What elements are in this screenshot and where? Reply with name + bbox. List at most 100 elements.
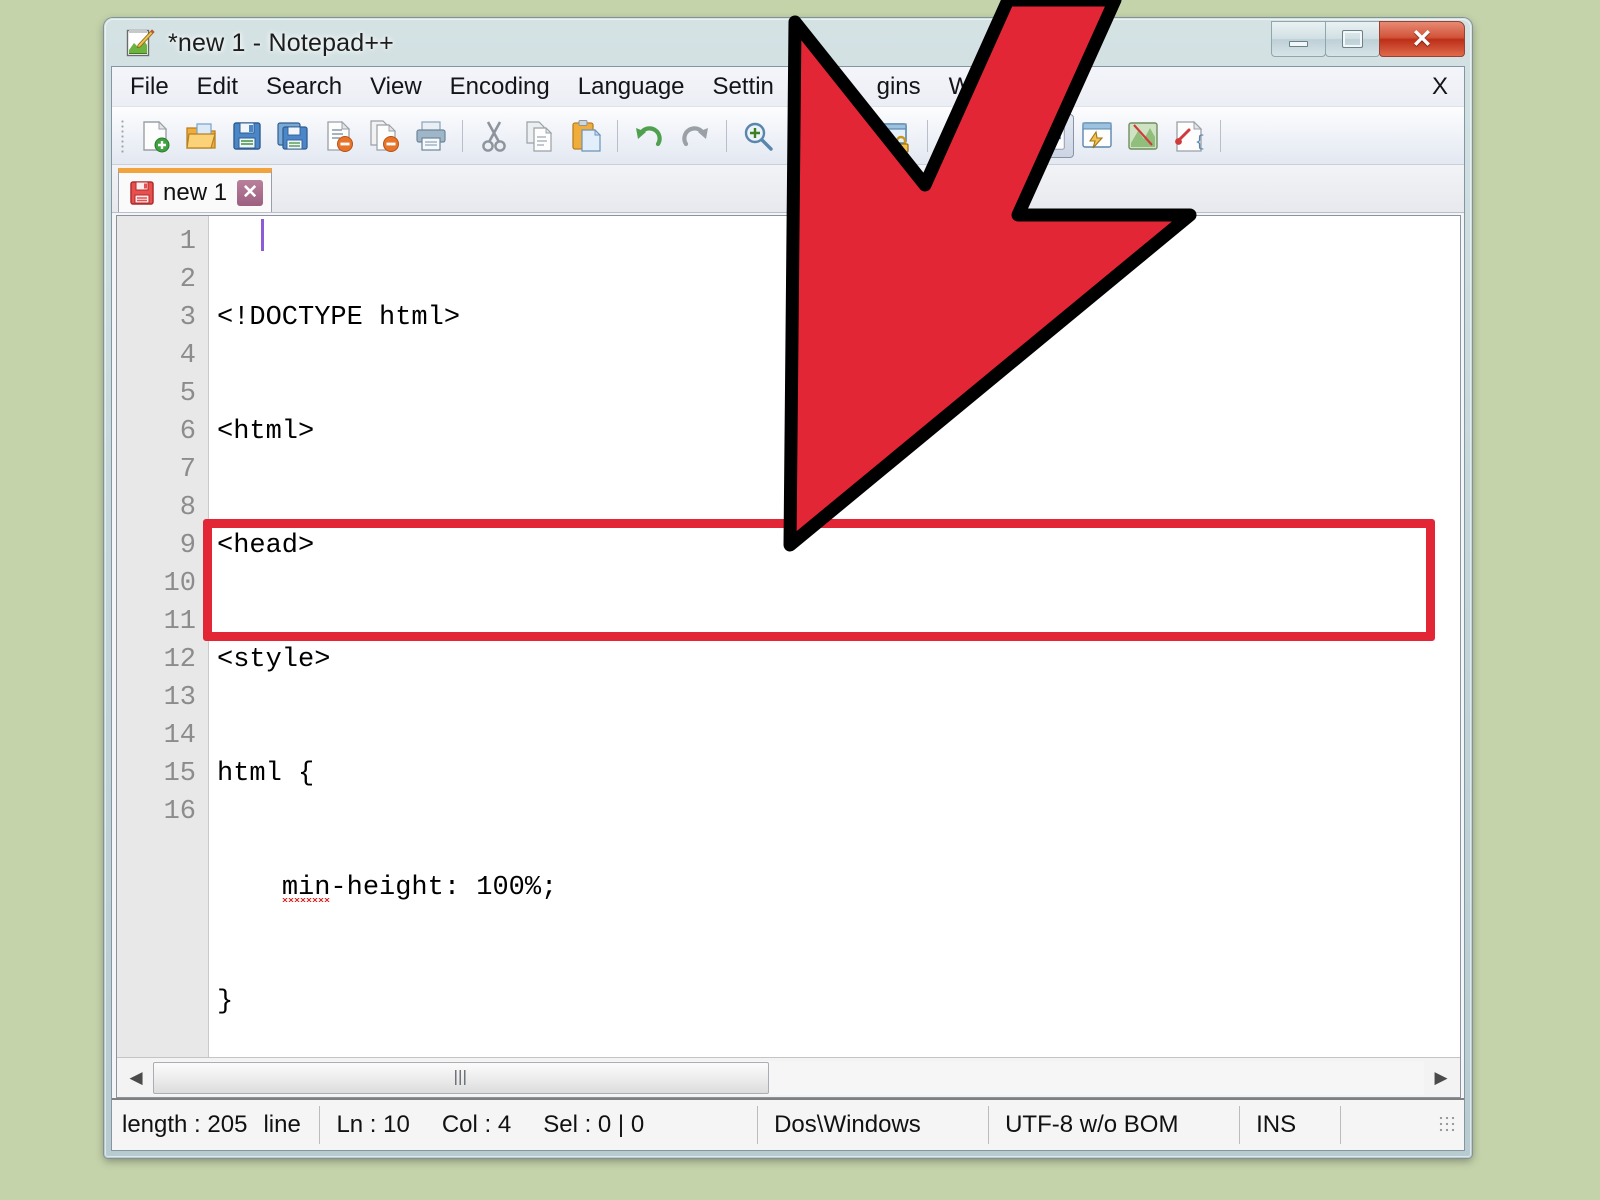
line-number: 14 [117, 717, 208, 755]
line-number: 13 [117, 679, 208, 717]
close-document-button[interactable]: X [1432, 73, 1448, 101]
line-number: 5 [117, 375, 208, 413]
line-number: 2 [117, 261, 208, 299]
toolbar-separator [1220, 120, 1221, 152]
status-length: length : 205 [112, 1100, 263, 1150]
scroll-left-arrow-icon[interactable]: ◀ [119, 1061, 153, 1095]
svg-text:¶: ¶ [998, 120, 1012, 153]
open-file-icon[interactable] [178, 114, 224, 158]
status-bar: length : 205 line Ln : 10 Col : 4 Sel : … [112, 1098, 1464, 1150]
maximize-button[interactable] [1325, 21, 1380, 57]
read-only-lock-icon[interactable] [873, 114, 919, 158]
code-line: } [217, 983, 1460, 1021]
cut-icon[interactable] [471, 114, 517, 158]
tab-new-1[interactable]: new 1 ✕ [118, 168, 272, 212]
line-number: 7 [117, 451, 208, 489]
line-number: 16 [117, 793, 208, 831]
code-text[interactable]: <!DOCTYPE html> <html> <head> <style> ht… [209, 216, 1460, 1057]
menu-item-search[interactable]: Search [266, 73, 342, 101]
sync-scroll-icon[interactable] [827, 114, 873, 158]
close-all-icon[interactable] [362, 114, 408, 158]
menu-item-file[interactable]: File [130, 73, 169, 101]
toolbar-separator [726, 120, 727, 152]
toolbar-grip[interactable] [120, 119, 125, 153]
notepad-plus-plus-window: *new 1 - Notepad++ ✕ File Edit Search [104, 18, 1472, 1158]
line-number: 4 [117, 337, 208, 375]
copy-icon[interactable] [517, 114, 563, 158]
toolbar: ¶ [112, 107, 1464, 165]
code-line: html { [217, 755, 1460, 793]
undo-icon[interactable] [626, 114, 672, 158]
minimize-icon [1289, 41, 1308, 47]
title-bar[interactable]: *new 1 - Notepad++ ✕ [111, 20, 1465, 66]
window-title: *new 1 - Notepad++ [168, 29, 394, 58]
line-number: 8 [117, 489, 208, 527]
tab-bar: new 1 ✕ [112, 165, 1464, 213]
editor-pane: 1 2 3 4 5 6 7 8 9 10 11 12 13 14 [116, 215, 1461, 1098]
scrollbar-track[interactable] [153, 1061, 1424, 1095]
caption-buttons: ✕ [1272, 21, 1465, 57]
close-icon: ✕ [1412, 27, 1433, 52]
minimize-button[interactable] [1271, 21, 1326, 57]
menu-item-macro[interactable]: acro [802, 73, 849, 101]
indent-guide-icon[interactable] [1028, 114, 1074, 158]
desktop-background: *new 1 - Notepad++ ✕ File Edit Search [0, 0, 1600, 1200]
scrollbar-thumb-grip [455, 1070, 468, 1085]
text-caret [261, 219, 264, 251]
unsaved-floppy-icon [129, 180, 155, 206]
status-eol[interactable]: Dos\Windows [758, 1100, 988, 1150]
function-list-icon[interactable]: { } [1166, 114, 1212, 158]
menu-item-plugins[interactable]: gins [877, 73, 921, 101]
user-defined-dialog-icon[interactable] [1074, 114, 1120, 158]
document-map-icon[interactable] [1120, 114, 1166, 158]
menu-item-window[interactable]: Window [949, 73, 1034, 101]
menu-item-language[interactable]: Language [578, 73, 685, 101]
line-number: 10 [117, 565, 208, 603]
close-window-button[interactable]: ✕ [1379, 21, 1465, 57]
line-number: 3 [117, 299, 208, 337]
status-lines: line [263, 1100, 319, 1150]
menu-item-encoding[interactable]: Encoding [450, 73, 550, 101]
menu-item-settings[interactable]: Settin [713, 73, 774, 101]
save-icon[interactable] [224, 114, 270, 158]
code-line: <style> [217, 641, 1460, 679]
line-number-gutter: 1 2 3 4 5 6 7 8 9 10 11 12 13 14 [117, 216, 209, 1057]
status-col: Col : 4 [426, 1100, 527, 1150]
redo-icon[interactable] [672, 114, 718, 158]
line-number: 11 [117, 603, 208, 641]
status-encoding[interactable]: UTF-8 w/o BOM [989, 1100, 1239, 1150]
maximize-icon [1343, 31, 1362, 47]
line-number: 12 [117, 641, 208, 679]
zoom-in-icon[interactable] [735, 114, 781, 158]
code-line: <!DOCTYPE html> [217, 299, 1460, 337]
zoom-out-icon[interactable] [781, 114, 827, 158]
code-line: <head> [217, 527, 1460, 565]
toolbar-separator [462, 120, 463, 152]
resize-grip-icon[interactable] [1438, 1117, 1456, 1133]
word-wrap-icon[interactable] [936, 114, 982, 158]
print-icon[interactable] [408, 114, 454, 158]
show-all-characters-icon[interactable]: ¶ [982, 114, 1028, 158]
code-area[interactable]: 1 2 3 4 5 6 7 8 9 10 11 12 13 14 [117, 216, 1460, 1057]
menu-item-view[interactable]: View [370, 73, 422, 101]
tab-close-button[interactable]: ✕ [237, 180, 263, 206]
new-file-icon[interactable] [132, 114, 178, 158]
menu-bar: File Edit Search View Encoding Language … [112, 67, 1464, 107]
scrollbar-thumb[interactable] [153, 1062, 769, 1094]
horizontal-scrollbar[interactable]: ◀ ▶ [117, 1057, 1460, 1097]
menu-item-help[interactable]: ? [1062, 73, 1075, 101]
misspelled-word: min [282, 873, 331, 903]
svg-text:{ }: { } [1195, 133, 1206, 151]
line-number: 1 [117, 223, 208, 261]
menu-item-edit[interactable]: Edit [197, 73, 238, 101]
window-client-area: File Edit Search View Encoding Language … [111, 66, 1465, 1151]
status-sel: Sel : 0 | 0 [527, 1100, 660, 1150]
close-file-icon[interactable] [316, 114, 362, 158]
notepad-plus-plus-icon [125, 28, 155, 58]
status-divider [1340, 1106, 1341, 1144]
paste-icon[interactable] [563, 114, 609, 158]
save-all-icon[interactable] [270, 114, 316, 158]
scroll-right-arrow-icon[interactable]: ▶ [1424, 1061, 1458, 1095]
status-ln: Ln : 10 [320, 1100, 425, 1150]
status-insert-mode[interactable]: INS [1240, 1100, 1340, 1150]
